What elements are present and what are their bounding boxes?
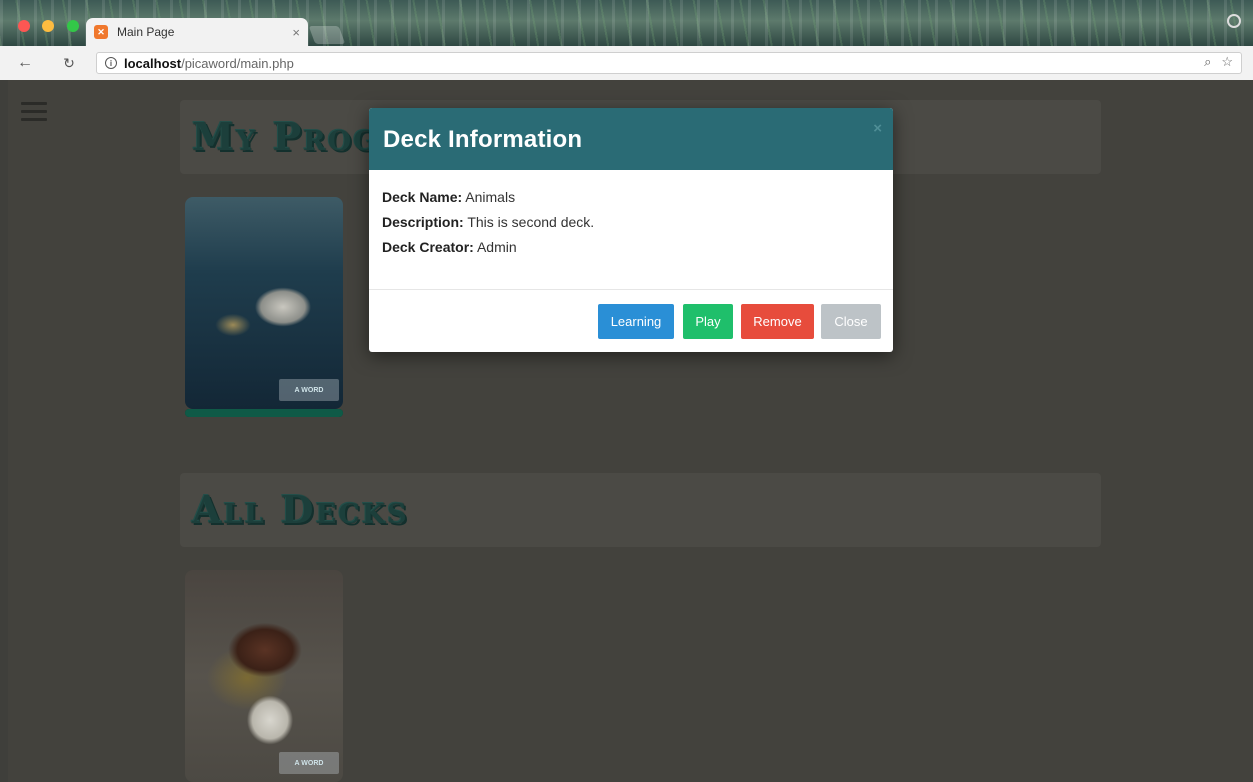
browser-tab[interactable]: ✕ Main Page × <box>86 18 308 46</box>
address-bar[interactable]: i localhost/picaword/main.php ⌕ ☆ <box>96 52 1242 74</box>
deck-progress-fill <box>185 409 343 417</box>
deck-creator-row: Deck Creator: Admin <box>382 238 880 256</box>
close-button[interactable]: Close <box>821 304 881 339</box>
deck-information-modal: Deck Information × Deck Name: Animals De… <box>369 108 893 352</box>
modal-header: Deck Information × <box>369 108 893 170</box>
tab-title: Main Page <box>117 25 175 39</box>
site-favicon-icon: ✕ <box>94 25 108 39</box>
remove-button[interactable]: Remove <box>741 304 814 339</box>
address-bar-actions: ⌕ ☆ <box>1204 54 1233 70</box>
minimize-window-button[interactable] <box>42 20 55 32</box>
modal-close-icon[interactable]: × <box>873 120 882 137</box>
progress-deck-card[interactable]: A WORD <box>185 197 343 409</box>
info-icon[interactable]: i <box>105 57 117 69</box>
browser-toolbar: ← ↻ i localhost/picaword/main.php ⌕ ☆ <box>0 46 1253 80</box>
browser-chrome: ✕ Main Page × ← ↻ i localhost/picaword/m… <box>0 0 1253 80</box>
all-decks-banner: All Decks <box>180 473 1101 547</box>
hamburger-menu-icon[interactable] <box>21 102 47 126</box>
description-row: Description: This is second deck. <box>382 213 880 231</box>
modal-title: Deck Information <box>383 126 583 153</box>
description-value: This is second deck. <box>467 214 595 230</box>
window-controls <box>18 20 87 38</box>
deck-card-badge: A WORD <box>279 379 339 401</box>
url-text: localhost/picaword/main.php <box>124 56 294 71</box>
url-path: /picaword/main.php <box>181 55 294 71</box>
zoom-icon[interactable]: ⌕ <box>1204 54 1211 70</box>
tab-close-icon[interactable]: × <box>292 25 300 40</box>
reload-icon[interactable]: ↻ <box>58 55 80 72</box>
tab-strip: ✕ Main Page × <box>0 0 1253 46</box>
new-tab-button[interactable] <box>308 26 346 44</box>
url-host: localhost <box>124 55 182 71</box>
deck-name-row: Deck Name: Animals <box>382 188 880 206</box>
play-button[interactable]: Play <box>683 304 733 339</box>
description-label: Description: <box>382 214 464 230</box>
back-arrow-icon[interactable]: ← <box>14 54 36 72</box>
all-decks-card[interactable]: A WORD <box>185 570 343 782</box>
close-window-button[interactable] <box>18 20 30 32</box>
modal-body: Deck Name: Animals Description: This is … <box>369 170 893 290</box>
deck-creator-value: Admin <box>476 239 517 255</box>
profile-icon[interactable] <box>1227 14 1241 28</box>
deck-progress-bar <box>185 409 343 417</box>
deck-creator-label: Deck Creator: <box>382 239 474 255</box>
learning-button[interactable]: Learning <box>598 304 674 339</box>
bookmark-star-icon[interactable]: ☆ <box>1221 54 1233 70</box>
modal-footer: Learning Play Remove Close <box>369 290 893 352</box>
deck-card-badge: A WORD <box>279 752 339 774</box>
deck-name-value: Animals <box>465 189 516 205</box>
maximize-window-button[interactable] <box>66 20 79 32</box>
deck-name-label: Deck Name: <box>382 189 463 205</box>
all-decks-title: All Decks <box>192 487 409 532</box>
